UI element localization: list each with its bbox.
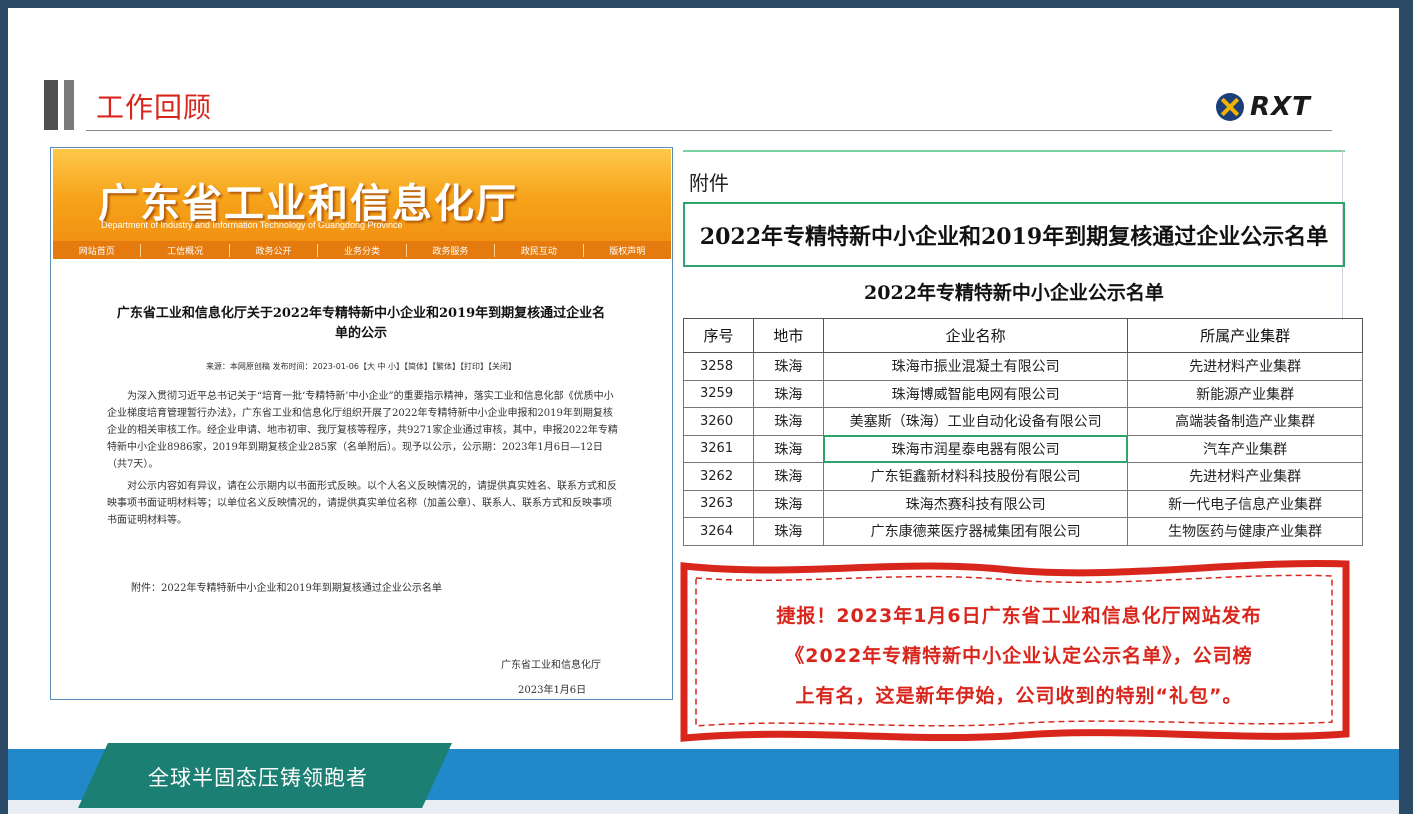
announcement-body: 为深入贯彻习近平总书记关于“培育一批‘专精特新’中小企业”的重要指示精神，落实工… — [107, 388, 619, 534]
logo-text: RXT — [1250, 92, 1311, 122]
cell-no: 3258 — [683, 352, 754, 381]
nav-item-overview[interactable]: 工信概况 — [140, 243, 228, 257]
cell-no: 3261 — [683, 434, 754, 463]
document-top-rule — [683, 150, 1345, 152]
cell-cluster: 高端装备制造产业集群 — [1127, 407, 1363, 436]
main-title-highlight: 2022年专精特新中小企业和2019年到期复核通过企业公示名单 — [683, 202, 1345, 267]
company-table: 序号 地市 企业名称 所属产业集群 3258 珠海 珠海市振业混凝土有限公司 先… — [683, 318, 1363, 546]
callout-line: 捷报！2023年1月6日广东省工业和信息化厅网站发布 — [776, 605, 1262, 627]
table-row: 3262 珠海 广东钜鑫新材料科技股份有限公司 先进材料产业集群 — [683, 462, 1363, 491]
title-bar-dark — [44, 80, 58, 130]
column-header-no: 序号 — [683, 318, 754, 353]
nav-item-home[interactable]: 网站首页 — [53, 244, 140, 257]
announcement-webpage: 广东省工业和信息化厅 Department of Industry and In… — [50, 147, 673, 700]
cell-city: 珠海 — [752, 352, 824, 381]
banner-subtitle: Department of Industry and Information T… — [101, 220, 403, 230]
nav-item-copyright[interactable]: 版权声明 — [582, 243, 671, 257]
cell-city: 珠海 — [752, 462, 824, 491]
title-bar-light — [64, 80, 74, 130]
list-subtitle: 2022年专精特新中小企业公示名单 — [864, 282, 1164, 304]
attachment-label: 附件 — [689, 171, 729, 195]
logo-x-icon — [1216, 93, 1244, 121]
column-header-company: 企业名称 — [822, 318, 1129, 353]
company-logo: RXT — [1216, 92, 1311, 122]
nav-item-business[interactable]: 业务分类 — [317, 243, 405, 257]
cell-city: 珠海 — [752, 434, 824, 463]
table-row: 3263 珠海 珠海杰赛科技有限公司 新一代电子信息产业集群 — [683, 489, 1363, 518]
table-row: 3260 珠海 美塞斯（珠海）工业自动化设备有限公司 高端装备制造产业集群 — [683, 407, 1363, 436]
table-row: 3264 珠海 广东康德莱医疗器械集团有限公司 生物医药与健康产业集群 — [683, 517, 1363, 546]
cell-company: 珠海市振业混凝土有限公司 — [822, 352, 1129, 381]
cell-company: 珠海杰赛科技有限公司 — [822, 489, 1129, 518]
cell-cluster: 生物医药与健康产业集群 — [1127, 517, 1363, 546]
cell-cluster: 新一代电子信息产业集群 — [1127, 489, 1363, 518]
list-main-title: 2022年专精特新中小企业和2019年到期复核通过企业公示名单 — [699, 223, 1329, 250]
cell-no: 3264 — [683, 517, 754, 546]
title-divider — [86, 130, 1332, 131]
footer-tagline: 全球半固态压铸领跑者 — [148, 766, 368, 790]
cell-no: 3263 — [683, 489, 754, 518]
announcement-meta: 来源：本网原创稿 发布时间：2023-01-06【大 中 小】【简体】【繁体】【… — [205, 362, 517, 371]
callout-text: 捷报！2023年1月6日广东省工业和信息化厅网站发布 《2022年专精特新中小企… — [704, 596, 1334, 716]
column-header-cluster: 所属产业集群 — [1127, 318, 1363, 353]
cell-company: 珠海博威智能电网有限公司 — [822, 379, 1129, 408]
signature: 广东省工业和信息化厅 — [501, 660, 601, 671]
cell-company-highlighted: 珠海市润星泰电器有限公司 — [822, 434, 1129, 463]
cell-city: 珠海 — [752, 489, 824, 518]
cell-cluster: 先进材料产业集群 — [1127, 352, 1363, 381]
attachment-link[interactable]: 附件：2022年专精特新中小企业和2019年到期复核通过企业公示名单 — [131, 579, 442, 594]
nav-item-services[interactable]: 政务服务 — [405, 243, 494, 257]
department-banner: 广东省工业和信息化厅 Department of Industry and In… — [53, 149, 671, 259]
signature-date: 2023年1月6日 — [518, 685, 587, 696]
cell-city: 珠海 — [752, 379, 824, 408]
nav-item-interaction[interactable]: 政民互动 — [494, 243, 582, 257]
cell-city: 珠海 — [752, 407, 824, 436]
table-row: 3259 珠海 珠海博威智能电网有限公司 新能源产业集群 — [683, 379, 1363, 408]
table-header-row: 序号 地市 企业名称 所属产业集群 — [683, 318, 1363, 353]
cell-no: 3260 — [683, 407, 754, 436]
cell-city: 珠海 — [752, 517, 824, 546]
callout-line: 上有名，这是新年伊始，公司收到的特别“礼包”。 — [795, 685, 1243, 707]
table-row: 3258 珠海 珠海市振业混凝土有限公司 先进材料产业集群 — [683, 352, 1363, 381]
cell-cluster: 汽车产业集群 — [1127, 434, 1363, 463]
announcement-heading: 广东省工业和信息化厅关于2022年专精特新中小企业和2019年到期复核通过企业名… — [116, 306, 606, 341]
body-paragraph: 为深入贯彻习近平总书记关于“培育一批‘专精特新’中小企业”的重要指示精神，落实工… — [107, 391, 618, 470]
cell-company: 美塞斯（珠海）工业自动化设备有限公司 — [822, 407, 1129, 436]
nav-item-public-affairs[interactable]: 政务公开 — [228, 243, 317, 257]
company-list-document: 附件 2022年专精特新中小企业和2019年到期复核通过企业公示名单 2022年… — [683, 150, 1363, 555]
cell-cluster: 先进材料产业集群 — [1127, 462, 1363, 491]
page-title: 工作回顾 — [96, 91, 213, 124]
cell-cluster: 新能源产业集群 — [1127, 379, 1363, 408]
cell-company: 广东康德莱医疗器械集团有限公司 — [822, 517, 1129, 546]
table-row-highlighted: 3261 珠海 珠海市润星泰电器有限公司 汽车产业集群 — [683, 434, 1363, 463]
body-paragraph: 对公示内容如有异议，请在公示期内以书面形式反映。以个人名义反映情况的，请提供真实… — [107, 481, 617, 526]
cell-no: 3259 — [683, 379, 754, 408]
news-callout: 捷报！2023年1月6日广东省工业和信息化厅网站发布 《2022年专精特新中小企… — [680, 556, 1350, 742]
website-nav: 网站首页 工信概况 政务公开 业务分类 政务服务 政民互动 版权声明 — [53, 241, 671, 259]
cell-company: 广东钜鑫新材料科技股份有限公司 — [822, 462, 1129, 491]
cell-no: 3262 — [683, 462, 754, 491]
column-header-city: 地市 — [752, 318, 824, 353]
callout-line: 《2022年专精特新中小企业认定公示名单》，公司榜 — [785, 645, 1253, 667]
